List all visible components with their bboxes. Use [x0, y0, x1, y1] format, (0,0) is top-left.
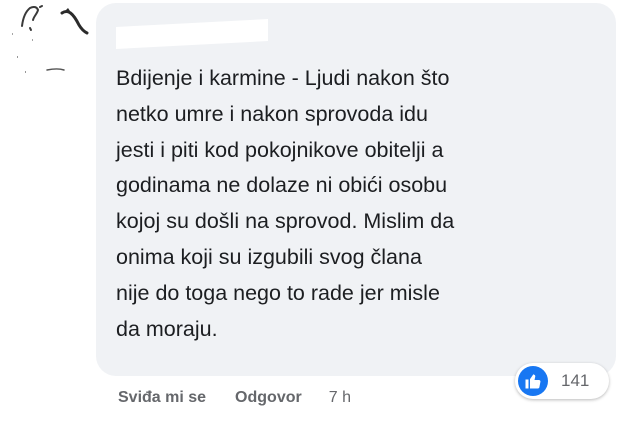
reaction-summary[interactable]: 141: [515, 363, 609, 399]
avatar[interactable]: [0, 0, 95, 90]
reply-button[interactable]: Odgovor: [235, 389, 302, 407]
like-button[interactable]: Sviđa mi se: [118, 389, 206, 407]
comment-bubble: Bdijenje i karmine - Ljudi nakon što net…: [96, 3, 616, 376]
avatar-fragment: [12, 5, 89, 73]
timestamp[interactable]: 7 h: [329, 389, 351, 407]
reaction-count: 141: [561, 371, 590, 390]
thumbs-up-icon: [518, 366, 548, 396]
comment-text: Bdijenje i karmine - Ljudi nakon što net…: [116, 66, 455, 341]
comment-actions: Sviđa mi se Odgovor 7 h: [118, 386, 351, 410]
